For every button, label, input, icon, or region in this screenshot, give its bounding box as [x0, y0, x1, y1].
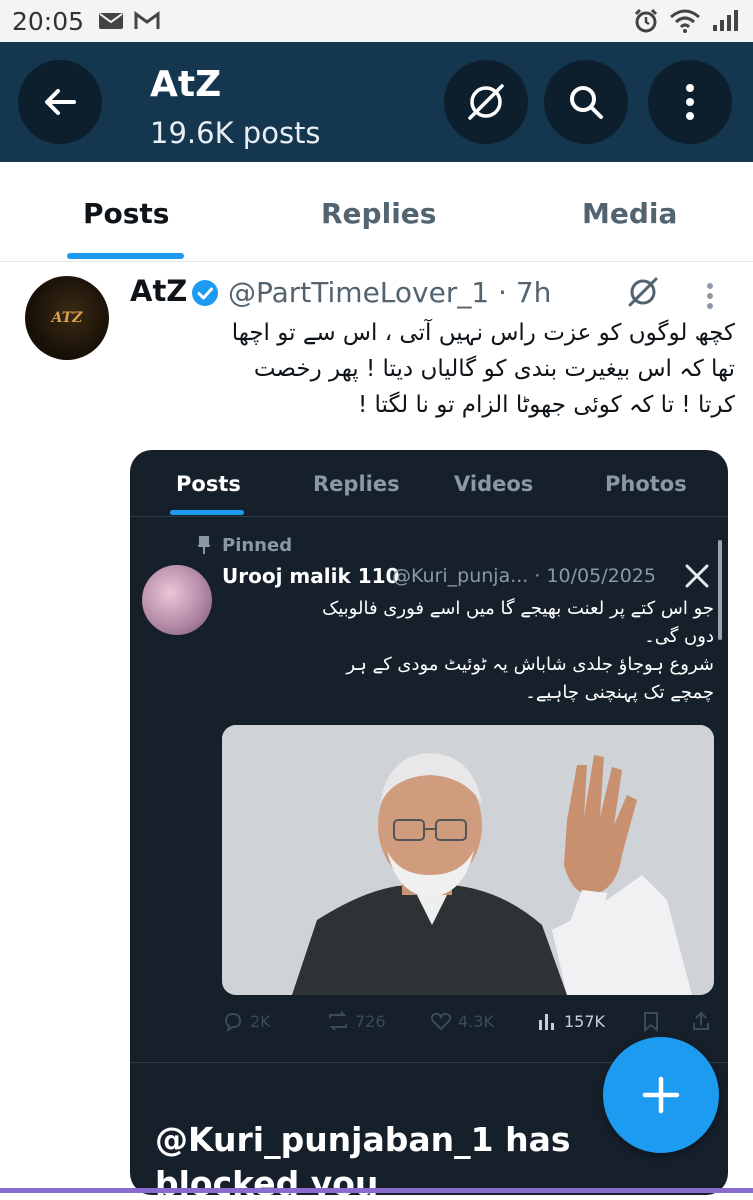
alarm-icon [634, 8, 658, 33]
divider [130, 516, 728, 517]
embed-action-bar: 2K 726 4.3K 157K [222, 1010, 714, 1040]
embed-text-line: چمچے تک پہنچنی چاہیے۔ [525, 682, 714, 703]
embed-tab-videos: Videos [454, 472, 534, 496]
grok-icon [468, 84, 504, 120]
views-action: 157K [536, 1010, 605, 1032]
share-icon [693, 1011, 709, 1030]
wifi-icon [670, 9, 700, 33]
post-text-line: تھا کہ اس بیغیرت بندی کو گالیاں دیتا ! پ… [253, 356, 735, 382]
profile-header: AtZ 19.6K posts [0, 42, 753, 162]
search-button[interactable] [544, 60, 628, 144]
embed-handle-date: @Kuri_punja... · 10/05/2025 [392, 565, 656, 587]
blocked-line: @Kuri_punjaban_1 has [155, 1120, 571, 1159]
embed-post-text: جو اس کتے پر لعنت بھیجے گا میں اسے فوری … [222, 595, 714, 707]
embed-tab-photos: Photos [605, 472, 687, 496]
repost-action: 726 [327, 1010, 386, 1032]
post-text-line: کچھ لوگوں کو عزت راس نہیں آتی ، اس سے تو… [231, 320, 735, 346]
pin-icon [197, 536, 211, 554]
embed-text-line: دوں گی۔ [644, 626, 714, 647]
avatar[interactable]: ATZ [25, 276, 109, 360]
plus-icon [642, 1076, 680, 1114]
x-logo-icon [685, 564, 709, 588]
tab-posts[interactable]: Posts [83, 197, 169, 230]
post-author-name[interactable]: AtZ [130, 274, 187, 308]
heart-icon [430, 1012, 452, 1031]
post-text: کچھ لوگوں کو عزت راس نہیں آتی ، اس سے تو… [130, 315, 735, 423]
embed-text-line: شروع ہوجاؤ جلدی شاباش یہ ٹوئیٹ مودی کے ہ… [346, 654, 714, 675]
post-handle-time: @PartTimeLover_1 · 7h [228, 276, 552, 309]
mail-icon [99, 13, 124, 29]
embed-photo [222, 725, 714, 995]
post-count: 19.6K posts [150, 116, 321, 150]
embed-active-tab-indicator [170, 510, 244, 515]
status-time: 20:05 [12, 6, 85, 36]
bookmark-icon [644, 1012, 658, 1032]
reply-action: 2K [222, 1010, 271, 1032]
like-count: 4.3K [458, 1011, 494, 1031]
repost-count: 726 [355, 1011, 386, 1031]
verified-badge-icon [192, 280, 218, 306]
gmail-icon [134, 11, 160, 29]
embed-tab-posts: Posts [176, 472, 241, 496]
profile-tabs: Posts Replies Media [0, 162, 753, 262]
bookmark-action [640, 1010, 662, 1032]
tab-replies[interactable]: Replies [321, 197, 436, 230]
share-action [690, 1010, 712, 1032]
repost-icon [329, 1011, 347, 1031]
status-bar: 20:05 [0, 0, 753, 42]
back-arrow-icon [45, 89, 76, 115]
back-button[interactable] [18, 60, 102, 144]
grok-icon[interactable] [625, 274, 661, 310]
search-icon [570, 86, 603, 119]
compose-button[interactable] [603, 1037, 719, 1153]
grok-button[interactable] [444, 60, 528, 144]
post-text-line: کرتا ! تا کہ کوئی جھوٹا الزام تو نا لگتا… [357, 392, 735, 418]
photo-illustration [222, 725, 714, 995]
pinned-label: Pinned [222, 535, 293, 556]
views-icon [539, 1014, 554, 1030]
embed-avatar [142, 565, 212, 635]
post-more-icon[interactable] [700, 280, 720, 312]
signal-icon [713, 10, 738, 31]
reply-icon [224, 1012, 242, 1032]
embed-author-name: Urooj malik 110 [222, 564, 400, 588]
more-options-button[interactable] [648, 60, 732, 144]
more-vert-icon [686, 84, 694, 120]
embed-text-line: جو اس کتے پر لعنت بھیجے گا میں اسے فوری … [322, 598, 714, 619]
scrollbar [718, 540, 722, 640]
tab-media[interactable]: Media [582, 197, 677, 230]
views-count: 157K [564, 1011, 606, 1031]
avatar-logo-text: ATZ [51, 310, 83, 326]
like-action: 4.3K [430, 1010, 494, 1032]
embed-tab-replies: Replies [313, 472, 400, 496]
bottom-divider [0, 1188, 753, 1193]
page-title: AtZ [150, 64, 222, 105]
active-tab-indicator [67, 253, 184, 259]
blocked-message: @Kuri_punjaban_1 has blocked you [155, 1118, 571, 1195]
reply-count: 2K [250, 1011, 271, 1031]
